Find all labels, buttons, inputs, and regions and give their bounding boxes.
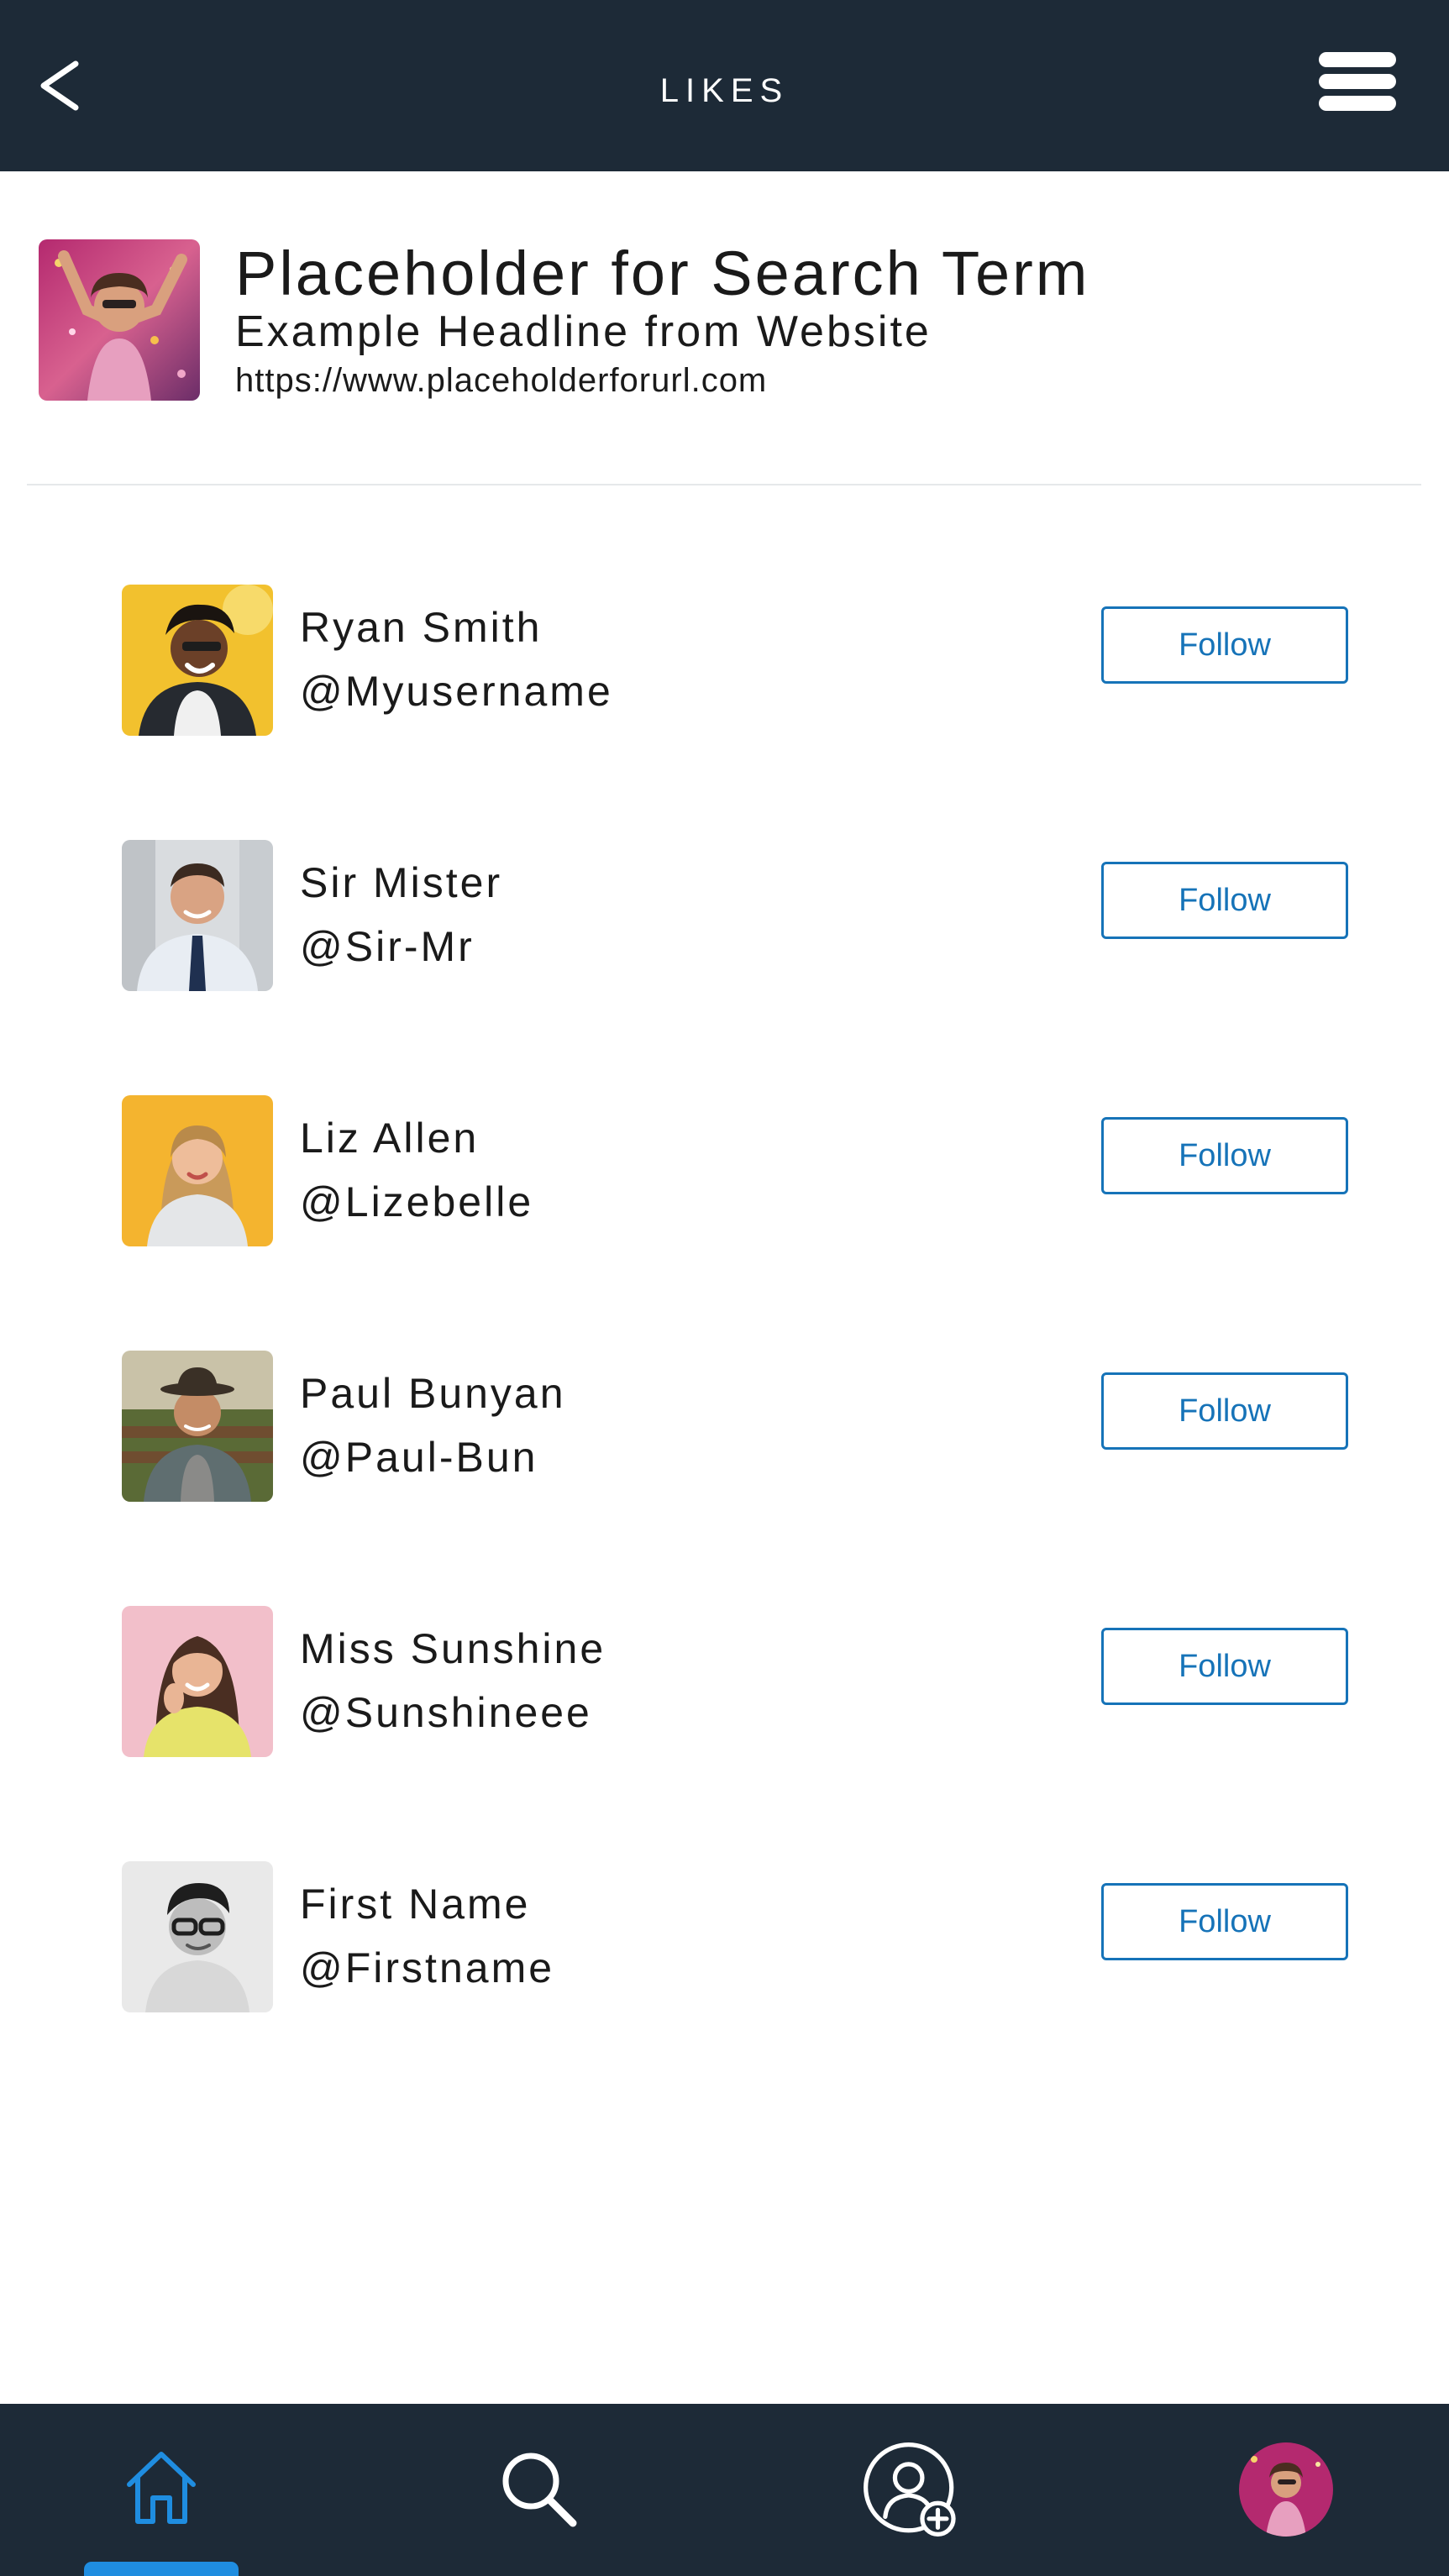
user-handle: @Sunshineee xyxy=(300,1689,592,1736)
follow-button[interactable]: Follow xyxy=(1101,1372,1348,1450)
follow-button[interactable]: Follow xyxy=(1101,1883,1348,1960)
user-handle: @Paul-Bun xyxy=(300,1434,538,1481)
user-handle: @Lizebelle xyxy=(300,1178,534,1225)
page-title: LIKES xyxy=(659,72,790,109)
user-name[interactable]: Miss Sunshine xyxy=(300,1624,606,1673)
nav-search[interactable] xyxy=(454,2404,622,2576)
nav-home[interactable] xyxy=(77,2404,245,2576)
like-row: Sir Mister @Sir-Mr Follow xyxy=(122,840,1357,991)
follow-button[interactable]: Follow xyxy=(1101,1628,1348,1705)
like-row: Paul Bunyan @Paul-Bun Follow xyxy=(122,1351,1357,1502)
follow-button[interactable]: Follow xyxy=(1101,1117,1348,1194)
user-name[interactable]: First Name xyxy=(300,1880,530,1928)
profile-avatar[interactable] xyxy=(1239,2442,1333,2537)
follow-button[interactable]: Follow xyxy=(1101,606,1348,684)
user-avatar[interactable] xyxy=(122,1351,273,1502)
user-avatar[interactable] xyxy=(122,1606,273,1757)
nav-add-friend[interactable] xyxy=(823,2404,991,2576)
home-icon xyxy=(127,2452,196,2524)
bottom-nav xyxy=(0,2404,1449,2576)
user-avatar[interactable] xyxy=(122,840,273,991)
like-row: First Name @Firstname Follow xyxy=(122,1861,1357,2012)
user-handle: @Sir-Mr xyxy=(300,923,475,970)
like-row: Miss Sunshine @Sunshineee Follow xyxy=(122,1606,1357,1757)
active-tab-indicator xyxy=(84,2562,239,2576)
user-name[interactable]: Ryan Smith xyxy=(300,603,542,652)
shared-item-thumbnail xyxy=(39,239,200,401)
search-icon xyxy=(502,2453,577,2527)
user-handle: @Myusername xyxy=(300,668,613,715)
divider xyxy=(27,484,1421,485)
user-name[interactable]: Sir Mister xyxy=(300,858,502,907)
menu-button[interactable] xyxy=(1319,47,1396,114)
shared-item-url[interactable]: https://www.placeholderforurl.com xyxy=(235,362,767,400)
add-user-icon xyxy=(864,2442,956,2537)
top-bar: LIKES xyxy=(0,0,1449,171)
shared-item-title: Placeholder for Search Term xyxy=(235,239,1090,308)
follow-button[interactable]: Follow xyxy=(1101,862,1348,939)
user-name[interactable]: Liz Allen xyxy=(300,1114,479,1162)
user-handle: @Firstname xyxy=(300,1944,555,1991)
like-row: Ryan Smith @Myusername Follow xyxy=(122,585,1357,736)
shared-item-headline: Example Headline from Website xyxy=(235,307,932,356)
user-name[interactable]: Paul Bunyan xyxy=(300,1369,566,1418)
like-row: Liz Allen @Lizebelle Follow xyxy=(122,1095,1357,1246)
user-avatar[interactable] xyxy=(122,1095,273,1246)
shared-item[interactable]: Placeholder for Search Term Example Head… xyxy=(39,239,1416,407)
user-avatar[interactable] xyxy=(122,585,273,736)
user-avatar[interactable] xyxy=(122,1861,273,2012)
